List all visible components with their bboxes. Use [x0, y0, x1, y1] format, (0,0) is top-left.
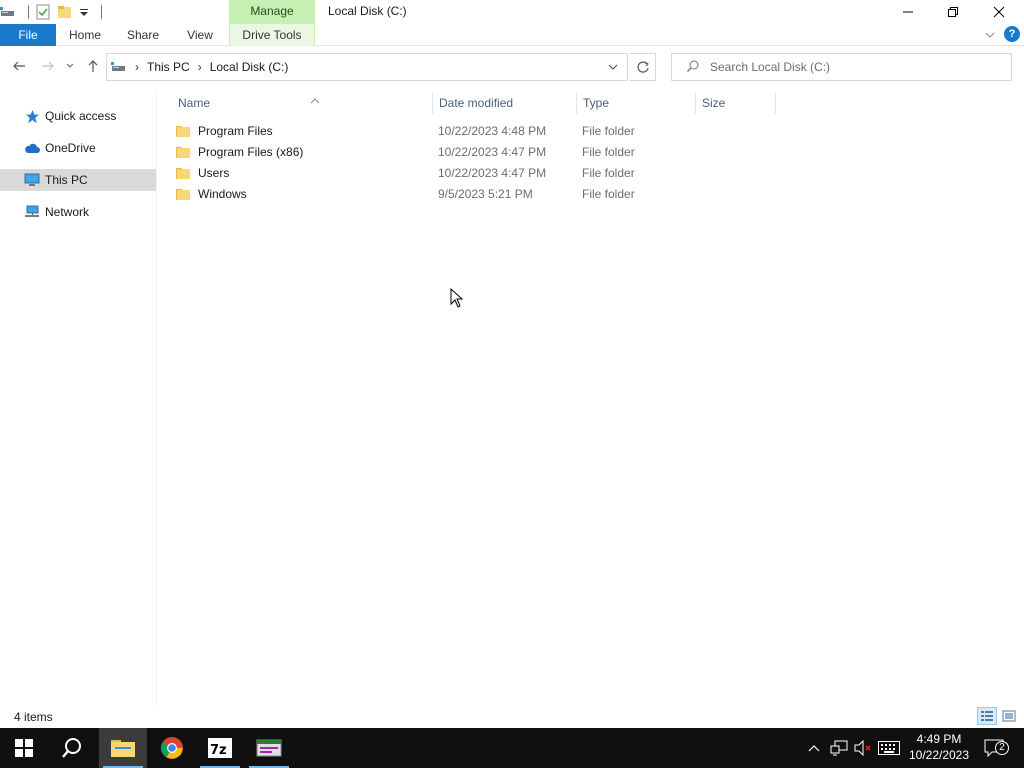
folder-icon [176, 146, 190, 158]
mouse-cursor-icon [450, 287, 464, 311]
search-icon [686, 59, 700, 76]
action-center-button[interactable]: 2 [980, 728, 1009, 768]
search-input[interactable] [710, 60, 1000, 74]
toolbar-separator [28, 5, 29, 19]
file-row[interactable]: Program Files (x86) 10/22/2023 4:47 PM F… [176, 141, 976, 162]
nav-item-quick-access[interactable]: Quick access [0, 105, 156, 127]
file-list: Name Date modified Type Size Program Fil… [158, 90, 1024, 705]
folder-icon [176, 125, 190, 137]
file-row[interactable]: Program Files 10/22/2023 4:48 PM File fo… [176, 120, 976, 141]
nav-label: Quick access [45, 109, 117, 123]
notification-badge: 2 [995, 741, 1009, 755]
show-hidden-icons-button[interactable] [805, 728, 823, 768]
svg-text:7z: 7z [210, 743, 227, 758]
nav-item-this-pc[interactable]: This PC [0, 169, 156, 191]
tab-share[interactable]: Share [120, 24, 166, 46]
search-box[interactable] [671, 53, 1012, 81]
close-button[interactable] [976, 0, 1022, 24]
taskbar-clock[interactable]: 4:49 PM 10/22/2023 [902, 731, 976, 763]
navigation-bar: › This PC › Local Disk (C:) [0, 50, 1024, 82]
recent-locations-button[interactable] [64, 58, 76, 74]
navigation-pane: Quick access OneDrive This PC Network [0, 90, 157, 705]
address-dropdown-icon[interactable] [607, 61, 619, 76]
column-header-size[interactable]: Size [696, 92, 776, 114]
ribbon-tabs: File Home Share View Drive Tools ? [0, 24, 1024, 46]
nav-label: This PC [45, 173, 88, 187]
network-tray-icon[interactable] [828, 728, 850, 768]
tab-home[interactable]: Home [62, 24, 108, 46]
star-icon [24, 108, 40, 124]
taskbar: 7z 4:49 PM 10/22/2023 2 [0, 728, 1024, 768]
file-date: 10/22/2023 4:48 PM [438, 123, 547, 138]
volume-muted-icon[interactable] [852, 728, 874, 768]
nav-item-onedrive[interactable]: OneDrive [0, 137, 156, 159]
details-view-button[interactable] [977, 707, 997, 725]
nav-item-network[interactable]: Network [0, 201, 156, 223]
app-taskbar-button[interactable] [245, 728, 293, 768]
sort-ascending-icon [310, 90, 320, 112]
title-bar: Manage Local Disk (C:) [0, 0, 1024, 24]
file-date: 9/5/2023 5:21 PM [438, 186, 533, 201]
cloud-icon [24, 140, 40, 156]
nav-label: OneDrive [45, 141, 96, 155]
folder-icon [176, 167, 190, 179]
status-bar: 4 items [0, 706, 1024, 728]
clock-time: 4:49 PM [916, 732, 962, 746]
file-name: Users [198, 165, 230, 180]
drive-icon [111, 59, 127, 75]
file-type: File folder [582, 165, 635, 180]
clock-date: 10/22/2023 [908, 748, 970, 762]
toolbar-separator [101, 5, 102, 19]
breadcrumb-local-disk[interactable]: Local Disk (C:) [210, 60, 289, 74]
help-icon[interactable]: ? [1004, 26, 1020, 42]
column-header-name[interactable]: Name [172, 92, 433, 114]
keyboard-icon[interactable] [876, 728, 902, 768]
address-bar[interactable]: › This PC › Local Disk (C:) [106, 53, 628, 81]
tab-view[interactable]: View [178, 24, 222, 46]
item-count: 4 items [14, 710, 53, 724]
refresh-button[interactable] [630, 53, 656, 81]
network-icon [24, 204, 40, 220]
new-folder-icon[interactable] [57, 4, 73, 20]
back-button[interactable] [11, 58, 27, 74]
properties-icon[interactable] [35, 4, 51, 20]
start-button[interactable] [0, 728, 48, 768]
breadcrumb-this-pc[interactable]: This PC [147, 60, 190, 74]
quick-access-toolbar [0, 3, 108, 21]
file-name: Windows [198, 186, 247, 201]
tab-file[interactable]: File [0, 24, 56, 46]
file-explorer-taskbar-button[interactable] [99, 728, 147, 768]
tab-drive-tools[interactable]: Drive Tools [229, 24, 315, 46]
breadcrumb-separator-icon: › [135, 60, 139, 74]
restore-button[interactable] [930, 0, 976, 24]
drive-icon [0, 4, 16, 20]
nav-label: Network [45, 205, 90, 219]
minimize-button[interactable] [885, 0, 931, 24]
customize-toolbar-icon[interactable] [79, 4, 89, 20]
chrome-taskbar-button[interactable] [148, 728, 196, 768]
large-icons-view-button[interactable] [999, 707, 1019, 725]
window-title: Local Disk (C:) [328, 4, 407, 18]
breadcrumb-separator-icon: › [197, 60, 202, 74]
up-button[interactable] [85, 58, 101, 74]
file-type: File folder [582, 144, 635, 159]
search-button[interactable] [48, 728, 96, 768]
expand-ribbon-icon[interactable] [984, 29, 996, 44]
file-row[interactable]: Windows 9/5/2023 5:21 PM File folder [176, 183, 976, 204]
forward-button[interactable] [40, 58, 56, 74]
file-name: Program Files (x86) [198, 144, 304, 159]
file-row[interactable]: Users 10/22/2023 4:47 PM File folder [176, 162, 976, 183]
folder-icon [176, 188, 190, 200]
file-name: Program Files [198, 123, 273, 138]
file-type: File folder [582, 123, 635, 138]
file-date: 10/22/2023 4:47 PM [438, 165, 547, 180]
file-type: File folder [582, 186, 635, 201]
column-header-date-modified[interactable]: Date modified [433, 92, 577, 114]
7zip-taskbar-button[interactable]: 7z [196, 728, 244, 768]
column-header-type[interactable]: Type [577, 92, 696, 114]
manage-contextual-tab[interactable]: Manage [229, 0, 315, 24]
column-label: Name [178, 96, 211, 110]
computer-icon [24, 172, 40, 188]
file-date: 10/22/2023 4:47 PM [438, 144, 547, 159]
